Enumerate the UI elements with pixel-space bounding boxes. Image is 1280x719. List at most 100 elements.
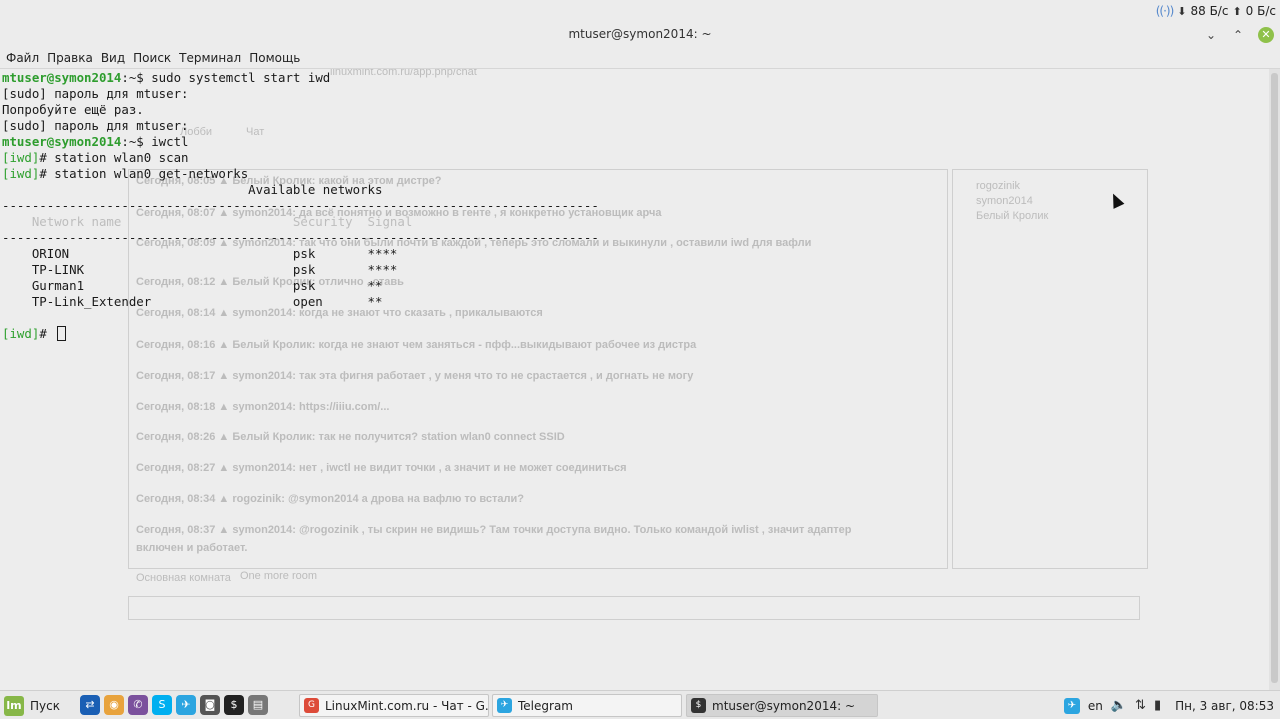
terminal-line: Available networks bbox=[2, 182, 599, 198]
chat-message: Сегодня, 08:27 ▲ symon2014: нет , iwctl … bbox=[136, 462, 627, 474]
network-activity-icon: ((·)) bbox=[1155, 4, 1175, 18]
telegram-icon[interactable]: ✈ bbox=[176, 695, 196, 715]
taskbar-task-0[interactable]: G LinuxMint.com.ru - Чат - G... bbox=[299, 694, 489, 717]
task-app-icon: $ bbox=[691, 698, 706, 713]
terminal-line: Gurman1 psk ** bbox=[2, 278, 599, 294]
shell-prompt-user: mtuser@symon2014 bbox=[2, 70, 122, 85]
chrome-icon[interactable]: ◉ bbox=[104, 695, 124, 715]
terminal-text: ORION psk **** bbox=[2, 246, 398, 261]
chat-message: Сегодня, 08:26 ▲ Белый Кролик: так не по… bbox=[136, 431, 565, 443]
start-menu-button[interactable]: lm Пуск bbox=[4, 695, 60, 716]
menu-item-3[interactable]: Поиск bbox=[133, 51, 177, 65]
terminal-menubar: Файл Правка Вид Поиск Терминал Помощь bbox=[0, 48, 1280, 69]
terminal-line: TP-LINK psk **** bbox=[2, 262, 599, 278]
terminal-icon[interactable]: $ bbox=[224, 695, 244, 715]
chat-message: Сегодня, 08:18 ▲ symon2014: https://iiiu… bbox=[136, 401, 390, 413]
upload-arrow-icon: ⬆ bbox=[1232, 4, 1242, 18]
shell-prompt-path: :~$ bbox=[121, 70, 152, 85]
system-top-bar: ((·)) ⬇ 88 Б/с ⬆ 0 Б/с bbox=[0, 0, 1280, 22]
terminal-line: [iwd]# bbox=[2, 326, 599, 342]
networks-table-header: Network name Security Signal bbox=[2, 214, 413, 229]
taskbar-task-1[interactable]: ✈ Telegram bbox=[492, 694, 682, 717]
task-app-icon: ✈ bbox=[497, 698, 512, 713]
terminal-text: iwctl bbox=[151, 134, 189, 149]
menu-item-4[interactable]: Терминал bbox=[179, 51, 247, 65]
window-titlebar[interactable]: mtuser@symon2014: ~ ⌄ ⌃ ✕ bbox=[0, 22, 1280, 48]
terminal-line: [iwd]# station wlan0 scan bbox=[2, 150, 599, 166]
terminal-line: mtuser@symon2014:~$ sudo systemctl start… bbox=[2, 70, 599, 86]
clock[interactable]: Пн, 3 авг, 08:53 bbox=[1175, 699, 1274, 713]
chat-message: Сегодня, 08:17 ▲ symon2014: так эта фигн… bbox=[136, 370, 694, 382]
teamviewer-icon[interactable]: ⇄ bbox=[80, 695, 100, 715]
download-speed: 88 Б/с bbox=[1190, 4, 1229, 18]
file-manager-icon[interactable]: ▤ bbox=[248, 695, 268, 715]
task-label: mtuser@symon2014: ~ bbox=[712, 698, 856, 713]
keyboard-layout[interactable]: en bbox=[1088, 699, 1103, 713]
terminal-line: [sudo] пароль для mtuser: bbox=[2, 118, 599, 134]
maximize-button[interactable]: ⌃ bbox=[1230, 27, 1246, 43]
terminal-line: ORION psk **** bbox=[2, 246, 599, 262]
network-speed-indicator[interactable]: ((·)) ⬇ 88 Б/с ⬆ 0 Б/с bbox=[1156, 0, 1276, 22]
window-title: mtuser@symon2014: ~ bbox=[568, 27, 712, 41]
iwd-prompt: [iwd] bbox=[2, 326, 40, 341]
menu-item-2[interactable]: Вид bbox=[101, 51, 131, 65]
download-arrow-icon: ⬇ bbox=[1177, 4, 1187, 18]
taskbar-task-2[interactable]: $ mtuser@symon2014: ~ bbox=[686, 694, 878, 717]
viber-icon[interactable]: ✆ bbox=[128, 695, 148, 715]
menu-item-0[interactable]: Файл bbox=[6, 51, 45, 65]
iwd-prompt: [iwd] bbox=[2, 166, 40, 181]
terminal-line: [iwd]# station wlan0 get-networks bbox=[2, 166, 599, 182]
terminal-line: ----------------------------------------… bbox=[2, 230, 599, 246]
terminal-line: mtuser@symon2014:~$ iwctl bbox=[2, 134, 599, 150]
terminal-text: # bbox=[39, 326, 55, 341]
terminal-view[interactable]: linuxmint.com.ru/app.php/chat Лобби Чат rog… bbox=[0, 69, 1269, 690]
battery-icon[interactable]: ▮ bbox=[1154, 698, 1161, 713]
chat-message: Сегодня, 08:34 ▲ rogozinik: @symon2014 а… bbox=[136, 493, 525, 505]
terminal-text: sudo systemctl start iwd bbox=[151, 70, 331, 85]
quick-launch: ⇄ ◉ ✆ S ✈ ◙ $ ▤ bbox=[80, 695, 268, 716]
network-tray-icon[interactable]: ⇅ bbox=[1135, 698, 1146, 713]
screenshot-icon[interactable]: ◙ bbox=[200, 695, 220, 715]
terminal-text: ----------------------------------------… bbox=[2, 198, 599, 213]
terminal-line: Попробуйте ещё раз. bbox=[2, 102, 599, 118]
terminal-line: ----------------------------------------… bbox=[2, 198, 599, 214]
task-app-icon: G bbox=[304, 698, 319, 713]
menu-item-5[interactable]: Помощь bbox=[249, 51, 306, 65]
chat-toolbar bbox=[128, 596, 1140, 620]
terminal-text: Gurman1 psk ** bbox=[2, 278, 383, 293]
start-label: Пуск bbox=[30, 698, 60, 713]
terminal-text: # station wlan0 get-networks bbox=[39, 166, 249, 181]
volume-icon[interactable]: 🔈 bbox=[1111, 698, 1127, 713]
task-label: LinuxMint.com.ru - Чат - G... bbox=[325, 698, 489, 713]
chat-message: Сегодня, 08:37 ▲ symon2014: @rogozinik ,… bbox=[136, 524, 852, 536]
chat-user-2: Белый Кролик bbox=[976, 210, 1049, 222]
mint-logo-icon: lm bbox=[4, 695, 24, 716]
terminal-line: TP-Link_Extender open ** bbox=[2, 294, 599, 310]
chat-room-hint: One more room bbox=[240, 570, 318, 582]
iwd-prompt: [iwd] bbox=[2, 150, 40, 165]
terminal-scrollbar[interactable] bbox=[1269, 69, 1280, 690]
scrollbar-thumb[interactable] bbox=[1271, 73, 1278, 683]
terminal-text: TP-Link_Extender open ** bbox=[2, 294, 383, 309]
terminal-cursor[interactable] bbox=[57, 326, 67, 341]
task-label: Telegram bbox=[518, 698, 573, 713]
close-button[interactable]: ✕ bbox=[1258, 27, 1274, 43]
chat-message: включен и работает. bbox=[136, 542, 248, 554]
terminal-text: ----------------------------------------… bbox=[2, 230, 599, 245]
terminal-text: Available networks bbox=[2, 182, 383, 197]
upload-speed: 0 Б/с bbox=[1245, 4, 1276, 18]
terminal-text: Попробуйте ещё раз. bbox=[2, 102, 144, 117]
telegram-tray-icon[interactable]: ✈ bbox=[1063, 697, 1080, 714]
minimize-button[interactable]: ⌄ bbox=[1203, 27, 1219, 43]
chat-user-0: rogozinik bbox=[976, 180, 1021, 192]
terminal-text: TP-LINK psk **** bbox=[2, 262, 398, 277]
chat-user-1: symon2014 bbox=[976, 195, 1033, 207]
shell-prompt-path: :~$ bbox=[121, 134, 152, 149]
skype-icon[interactable]: S bbox=[152, 695, 172, 715]
terminal-text: [sudo] пароль для mtuser: bbox=[2, 118, 189, 133]
menu-item-1[interactable]: Правка bbox=[47, 51, 99, 65]
terminal-line: Network name Security Signal bbox=[2, 214, 599, 230]
chat-users-frame bbox=[952, 169, 1148, 569]
system-tray: ✈ en 🔈 ⇅ ▮ Пн, 3 авг, 08:53 bbox=[1063, 695, 1274, 716]
